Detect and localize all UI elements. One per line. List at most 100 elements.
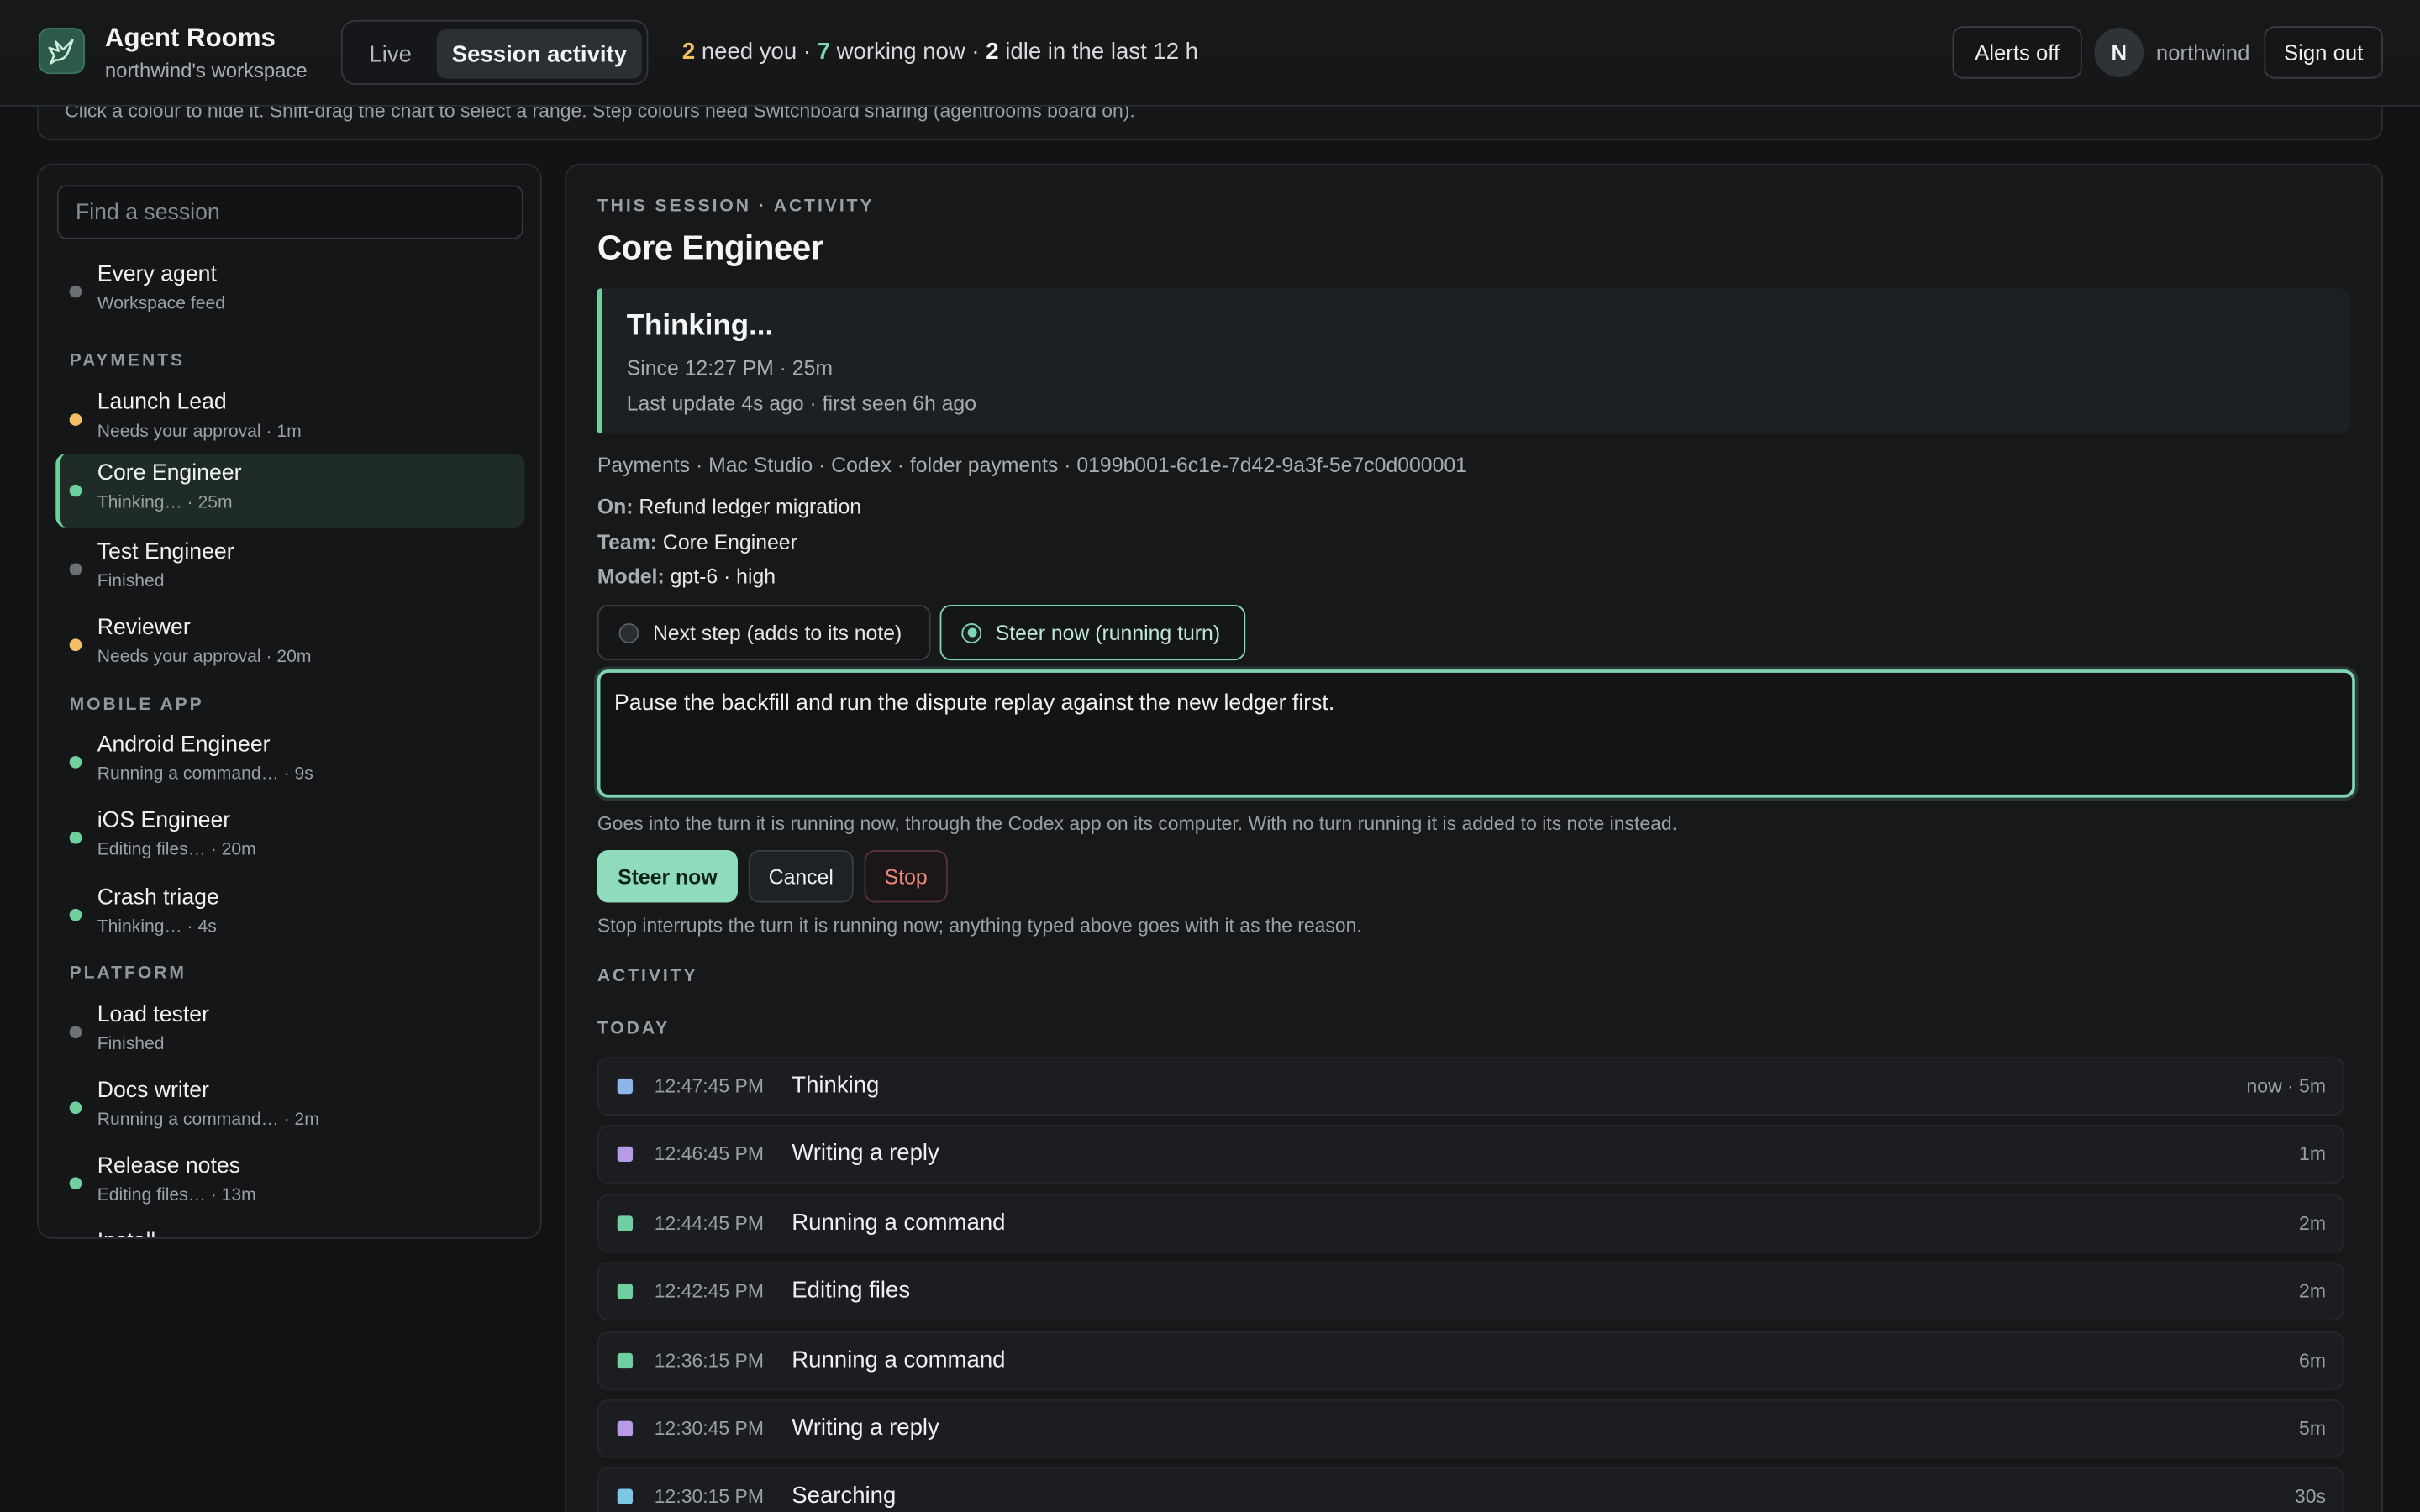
status-dot [69, 908, 82, 921]
activity-time: 12:47:45 PM [654, 1075, 764, 1097]
status-dot [69, 1026, 82, 1039]
steer-message-input[interactable]: Pause the backfill and run the dispute r… [597, 669, 2355, 798]
activity-color-square-icon [617, 1420, 634, 1436]
steer-now-button[interactable]: Steer now [597, 850, 738, 903]
mode-switch: Live Session activity [340, 19, 649, 86]
alerts-toggle-button[interactable]: Alerts off [1952, 26, 2082, 79]
session-name: iOS Engineer [97, 808, 231, 833]
session-name: Test Engineer [97, 539, 234, 565]
sidebar-item-ios-engineer[interactable]: iOS Engineer Editing files… · 20m [55, 801, 524, 874]
activity-color-square-icon [617, 1284, 634, 1299]
activity-label: Writing a reply [792, 1415, 939, 1441]
activity-duration: 30s [2294, 1486, 2326, 1509]
sidebar-item-core-engineer[interactable]: Core Engineer Thinking… · 25m [55, 453, 525, 528]
activity-row[interactable]: 12:36:15 PM Running a command 6m [597, 1331, 2344, 1390]
activity-label: Editing files [792, 1278, 911, 1305]
session-status: Needs your approval · 20m [97, 648, 312, 667]
session-name: Android Engineer [97, 732, 271, 758]
activity-duration: 2m [2299, 1212, 2326, 1235]
activity-row[interactable]: 12:46:45 PM Writing a reply 1m [597, 1125, 2344, 1184]
sign-out-button[interactable]: Sign out [2264, 26, 2383, 79]
status-dot [69, 1101, 82, 1115]
sidebar-item-docs-writer[interactable]: Docs writer Running a command… · 2m [55, 1071, 524, 1145]
activity-time: 12:30:45 PM [654, 1417, 764, 1440]
session-status: Workspace feed [97, 294, 225, 313]
radio-label: Steer now (running turn) [995, 621, 1221, 644]
model-value: gpt-6 · high [670, 564, 776, 588]
session-sidebar: Every agent Workspace feed PAYMENTS Laun… [37, 163, 542, 1239]
activity-color-square-icon [617, 1215, 634, 1231]
group-label-payments: PAYMENTS [69, 351, 186, 370]
radio-steer-now[interactable]: Steer now (running turn) [939, 604, 1246, 661]
session-name: Crash triage [97, 885, 219, 911]
sidebar-item-android-engineer[interactable]: Android Engineer Running a command… · 9s [55, 725, 524, 799]
session-name: Core Engineer [97, 461, 242, 486]
activity-heading: ACTIVITY [597, 967, 698, 986]
session-status: Finished [97, 572, 165, 591]
group-label-mobile-app: MOBILE APP [69, 696, 204, 715]
session-model: Model: gpt-6 · high [597, 564, 776, 588]
activity-row[interactable]: 12:47:45 PM Thinking now · 5m [597, 1057, 2344, 1116]
page-title: Core Engineer [597, 228, 824, 267]
sidebar-item-every-agent[interactable]: Every agent Workspace feed [55, 255, 524, 328]
activity-row[interactable]: 12:44:45 PM Running a command 2m [597, 1194, 2344, 1253]
activity-color-square-icon [617, 1489, 634, 1505]
cancel-button[interactable]: Cancel [748, 850, 854, 903]
activity-color-square-icon [617, 1147, 634, 1163]
sidebar-item-crash-triage[interactable]: Crash triage Thinking… · 4s [55, 878, 524, 952]
status-dot [69, 285, 82, 298]
activity-row[interactable]: 12:30:45 PM Writing a reply 5m [597, 1399, 2344, 1458]
tab-live[interactable]: Live [352, 29, 429, 79]
session-name: Launch Lead [97, 390, 227, 416]
top-bar: Agent Rooms northwind's workspace Live S… [0, 0, 2420, 107]
working-count: 7 [817, 38, 830, 66]
bird-logo-icon [48, 39, 74, 65]
status-dot [69, 638, 82, 652]
activity-duration: 6m [2299, 1349, 2326, 1372]
session-status: Thinking… · 25m [97, 493, 233, 512]
panel-eyebrow: THIS SESSION · ACTIVITY [597, 197, 875, 217]
status-dot [69, 1177, 82, 1190]
app-root: Click a colour to hide it. Shift-drag th… [0, 0, 2420, 1512]
status-summary: 2 need you · 7 working now · 2 idle in t… [682, 39, 1198, 65]
team-value: Core Engineer [662, 530, 797, 554]
idle-count: 2 [986, 38, 999, 66]
stop-hint: Stop interrupts the turn it is running n… [597, 915, 1362, 937]
stop-button[interactable]: Stop [864, 850, 948, 903]
team-label: Team: [597, 530, 658, 554]
activity-duration: 5m [2299, 1417, 2326, 1440]
session-name: Docs writer [97, 1078, 209, 1104]
status-dot [69, 755, 82, 769]
avatar[interactable]: N [2094, 28, 2144, 77]
working-text: working now · [829, 38, 986, 66]
group-label-platform: PLATFORM [69, 963, 187, 983]
sidebar-item-test-engineer[interactable]: Test Engineer Finished [55, 533, 524, 606]
status-dot [69, 831, 82, 844]
session-name: Reviewer [97, 615, 191, 641]
session-detail-panel: THIS SESSION · ACTIVITY Core Engineer Th… [565, 163, 2383, 1512]
session-name: Every agent [97, 262, 217, 287]
radio-selected-icon [961, 622, 982, 643]
on-value: Refund ledger migration [639, 495, 862, 519]
sidebar-item-load-tester[interactable]: Load tester Finished [55, 995, 524, 1069]
activity-row[interactable]: 12:42:45 PM Editing files 2m [597, 1262, 2344, 1321]
session-meta: Payments · Mac Studio · Codex · folder p… [597, 453, 1467, 477]
radio-next-step[interactable]: Next step (adds to its note) [597, 604, 931, 661]
session-status: Thinking… · 4s [97, 917, 217, 937]
steer-hint: Goes into the turn it is running now, th… [597, 812, 1678, 835]
session-status: Needs your approval · 1m [97, 423, 302, 442]
activity-label: Writing a reply [792, 1141, 939, 1168]
tab-session-activity[interactable]: Session activity [436, 29, 643, 79]
sidebar-item-reviewer[interactable]: Reviewer Needs your approval · 20m [55, 608, 524, 682]
activity-label: Thinking [792, 1072, 880, 1099]
session-status: Running a command… · 9s [97, 765, 313, 785]
activity-label: Running a command [792, 1346, 1006, 1373]
sidebar-item-release-notes[interactable]: Release notes Editing files… · 13m [55, 1147, 524, 1221]
status-title: Thinking... [626, 310, 774, 343]
sidebar-item-launch-lead[interactable]: Launch Lead Needs your approval · 1m [55, 383, 524, 457]
session-status: Running a command… · 2m [97, 1110, 319, 1130]
today-heading: TODAY [597, 1020, 671, 1039]
activity-row[interactable]: 12:30:15 PM Searching 30s [597, 1467, 2344, 1512]
session-search-input[interactable] [56, 185, 523, 239]
sidebar-item-install[interactable]: Install [97, 1230, 156, 1237]
